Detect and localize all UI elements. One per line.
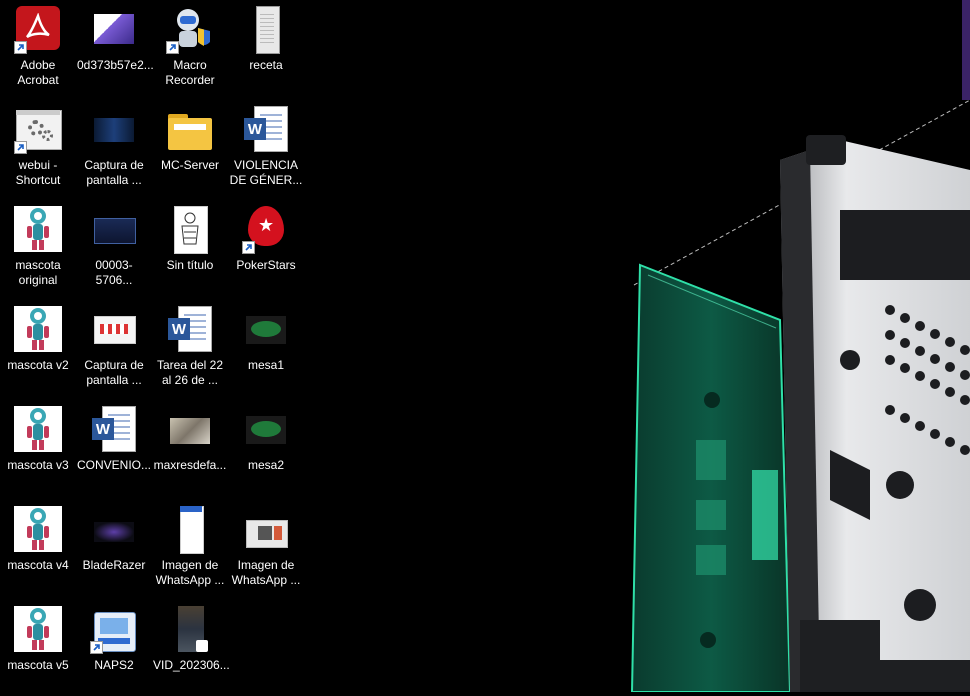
desktop-icon-label: Tarea del 22 al 26 de ... bbox=[156, 358, 224, 387]
settings-window-icon bbox=[14, 106, 62, 154]
robot-icon bbox=[166, 6, 214, 54]
mascot-image-icon bbox=[14, 406, 62, 454]
desktop-icon-label: BladeRazer bbox=[82, 558, 146, 572]
desktop-icon-label: mascota original bbox=[15, 258, 61, 287]
desktop-icon[interactable]: 00003-5706... bbox=[77, 200, 151, 296]
desktop-icon[interactable]: MC-Server bbox=[153, 100, 227, 196]
word-document-icon: W bbox=[166, 306, 214, 354]
desktop-icon-label: VIOLENCIA DE GÉNER... bbox=[229, 158, 303, 187]
desktop-icon-label: Sin título bbox=[166, 258, 214, 272]
desktop-icon-label: NAPS2 bbox=[94, 658, 134, 672]
desktop-icon-label: receta bbox=[249, 58, 283, 72]
desktop-icon-label: VID_202306... bbox=[153, 658, 230, 672]
desktop-icon[interactable]: Sin título bbox=[153, 200, 227, 296]
image-thumbnail-icon bbox=[90, 506, 138, 554]
acrobat-icon bbox=[14, 6, 62, 54]
desktop-icon[interactable]: mesa1 bbox=[229, 300, 303, 396]
desktop-icon[interactable]: Captura de pantalla ... bbox=[77, 300, 151, 396]
desktop-icon-label: Adobe Acrobat bbox=[17, 58, 59, 87]
document-scan-icon bbox=[242, 6, 290, 54]
shortcut-arrow-icon bbox=[90, 641, 103, 654]
desktop-icon[interactable]: mascota original bbox=[1, 200, 75, 296]
desktop-icon[interactable]: mesa2 bbox=[229, 400, 303, 496]
desktop-icon[interactable]: Adobe Acrobat bbox=[1, 0, 75, 96]
desktop-icon-label: mesa1 bbox=[247, 358, 285, 372]
shortcut-arrow-icon bbox=[14, 141, 27, 154]
mascot-image-icon bbox=[14, 306, 62, 354]
poker-table-image-icon bbox=[242, 306, 290, 354]
desktop-icon-label: PokerStars bbox=[236, 258, 296, 272]
desktop-icon-label: mascota v3 bbox=[7, 458, 69, 472]
shortcut-arrow-icon bbox=[242, 241, 255, 254]
pokerstars-icon: ★ bbox=[242, 206, 290, 254]
poker-table-image-icon bbox=[242, 406, 290, 454]
image-thumbnail-icon bbox=[166, 406, 214, 454]
mascot-image-icon bbox=[14, 506, 62, 554]
desktop-icon[interactable]: Captura de pantalla ... bbox=[77, 100, 151, 196]
desktop-icon[interactable]: mascota v5 bbox=[1, 600, 75, 696]
desktop-icon-label: 00003-5706... bbox=[95, 258, 133, 287]
desktop-icon[interactable]: mascota v2 bbox=[1, 300, 75, 396]
word-document-icon: W bbox=[242, 106, 290, 154]
desktop-icon-label: Captura de pantalla ... bbox=[84, 158, 144, 187]
desktop-icon[interactable]: ★ PokerStars bbox=[229, 200, 303, 296]
desktop-icon[interactable]: maxresdefa... bbox=[153, 400, 227, 496]
desktop-icon[interactable]: Macro Recorder bbox=[153, 0, 227, 96]
desktop-icon[interactable]: VID_202306... bbox=[153, 600, 230, 696]
mascot-image-icon bbox=[14, 606, 62, 654]
desktop-icon[interactable]: Imagen de WhatsApp ... bbox=[229, 500, 303, 596]
desktop-icon-label: CONVENIO... bbox=[77, 458, 152, 472]
word-document-icon: W bbox=[90, 406, 138, 454]
image-thumbnail-icon bbox=[166, 506, 214, 554]
desktop-icon-label: webui - Shortcut bbox=[15, 158, 61, 187]
desktop-icon-label: MC-Server bbox=[160, 158, 219, 172]
shortcut-arrow-icon bbox=[166, 41, 179, 54]
desktop-icon[interactable]: 0d373b57e2... bbox=[77, 0, 154, 96]
desktop-icon[interactable]: BladeRazer bbox=[77, 500, 151, 596]
desktop-icon[interactable]: mascota v3 bbox=[1, 400, 75, 496]
desktop-icon[interactable]: W VIOLENCIA DE GÉNER... bbox=[229, 100, 303, 196]
folder-icon bbox=[166, 106, 214, 154]
image-thumbnail-icon bbox=[242, 506, 290, 554]
desktop-icon[interactable]: webui - Shortcut bbox=[1, 100, 75, 196]
mascot-image-icon bbox=[14, 206, 62, 254]
shortcut-arrow-icon bbox=[14, 41, 27, 54]
desktop-icon-label: mesa2 bbox=[247, 458, 285, 472]
desktop-icon[interactable]: mascota v4 bbox=[1, 500, 75, 596]
drawing-image-icon bbox=[166, 206, 214, 254]
image-thumbnail-icon bbox=[90, 206, 138, 254]
image-thumbnail-icon bbox=[90, 6, 138, 54]
desktop-icon-label: Imagen de WhatsApp ... bbox=[155, 558, 225, 587]
desktop-icon-label: Imagen de WhatsApp ... bbox=[231, 558, 301, 587]
desktop-icon-label: mascota v5 bbox=[7, 658, 69, 672]
desktop-icon-label: Captura de pantalla ... bbox=[84, 358, 144, 387]
desktop-icon[interactable]: Imagen de WhatsApp ... bbox=[153, 500, 227, 596]
image-thumbnail-icon bbox=[90, 106, 138, 154]
scanner-icon bbox=[90, 606, 138, 654]
desktop-icon-label: maxresdefa... bbox=[153, 458, 227, 472]
desktop-icon[interactable]: W CONVENIO... bbox=[77, 400, 151, 496]
desktop-icon[interactable]: W Tarea del 22 al 26 de ... bbox=[153, 300, 227, 396]
desktop-icon-label: Macro Recorder bbox=[165, 58, 215, 87]
desktop-icon[interactable]: receta bbox=[229, 0, 303, 96]
desktop-icon-label: 0d373b57e2... bbox=[77, 58, 154, 72]
image-thumbnail-icon bbox=[90, 306, 138, 354]
video-thumbnail-icon bbox=[166, 606, 214, 654]
desktop-icon-label: mascota v2 bbox=[7, 358, 69, 372]
desktop-icon-label: mascota v4 bbox=[7, 558, 69, 572]
desktop-icon[interactable]: NAPS2 bbox=[77, 600, 151, 696]
